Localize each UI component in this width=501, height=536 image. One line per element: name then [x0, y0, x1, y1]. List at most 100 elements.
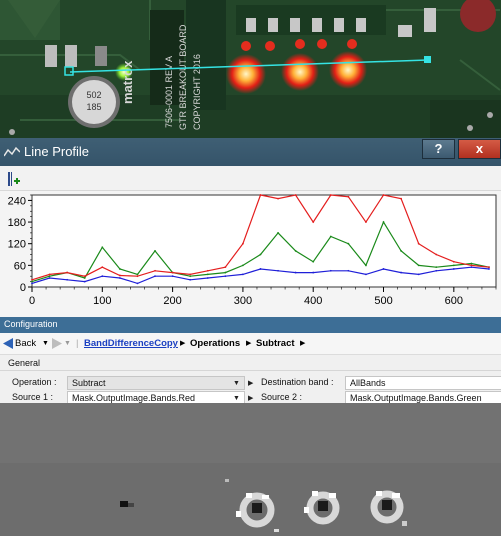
red-channel-point: [154, 269, 156, 272]
svg-text:185: 185: [86, 102, 101, 112]
operation-value: Subtract: [72, 378, 106, 388]
red-channel-point: [189, 273, 192, 276]
green-channel-point: [382, 221, 385, 223]
configuration-nav-bar: Back ▼ ▼ | BandDifferenceCopy ▶ Operatio…: [0, 333, 501, 355]
red-channel-point: [83, 275, 86, 278]
source1-dropdown-icon[interactable]: ▼: [233, 395, 240, 402]
green-channel-point: [118, 268, 121, 270]
line-profile-icon: [4, 146, 20, 157]
close-button[interactable]: x: [458, 139, 501, 159]
svg-text:COPYRIGHT 2016: COPYRIGHT 2016: [192, 54, 202, 130]
breadcrumb-operations[interactable]: Operations: [190, 338, 240, 349]
green-channel-point: [31, 280, 33, 283]
y-tick-label: 60: [14, 260, 26, 272]
green-channel-point: [224, 271, 227, 274]
green-channel-point: [347, 242, 350, 245]
svg-text:502: 502: [86, 90, 101, 100]
blue-channel-point: [417, 273, 420, 276]
green-channel-point: [154, 250, 156, 252]
red-channel-point: [118, 274, 121, 277]
operation-select[interactable]: Subtract: [67, 376, 245, 390]
green-channel-point: [417, 264, 420, 267]
line-profile-plot[interactable]: 240 180 120 60 0 0 100 200 300 400 500 600: [0, 191, 501, 317]
green-channel-point: [435, 266, 438, 269]
breadcrumb-bandifferencecopy[interactable]: BandDifferenceCopy: [84, 338, 178, 349]
green-channel-point: [470, 262, 473, 265]
blue-channel-point: [435, 269, 438, 272]
line-profile-toolbar: [0, 166, 501, 191]
green-channel-point: [400, 250, 402, 252]
source1-expand-icon[interactable]: ▶: [248, 394, 253, 402]
green-channel-point: [259, 253, 262, 256]
red-channel-point: [312, 221, 315, 223]
breadcrumb-subtract[interactable]: Subtract: [256, 338, 295, 349]
red-channel-point: [488, 266, 490, 269]
blue-channel-point: [488, 268, 490, 270]
forward-arrow-icon[interactable]: [52, 338, 62, 349]
add-marker-icon[interactable]: [6, 171, 22, 187]
x-tick-label: 400: [304, 295, 322, 307]
result-image-display[interactable]: [0, 403, 501, 536]
red-channel-point: [66, 271, 69, 274]
red-channel-point: [470, 264, 473, 267]
green-channel-point: [101, 246, 104, 249]
green-channel-point: [189, 275, 192, 278]
green-channel-point: [83, 277, 86, 279]
red-channel-point: [365, 221, 367, 223]
blue-channel-point: [347, 269, 350, 272]
red-channel-point: [171, 271, 174, 274]
red-channel-point: [242, 242, 244, 245]
operation-label: Operation :: [12, 377, 57, 387]
operation-dropdown-icon[interactable]: ▼: [233, 380, 240, 387]
green-channel-point: [48, 275, 51, 278]
blue-channel-point: [118, 277, 121, 279]
breadcrumb-chevron-icon: ▶: [180, 340, 186, 347]
blue-channel-point: [294, 271, 297, 274]
green-channel-point: [452, 264, 455, 267]
x-tick-label: 0: [29, 295, 35, 307]
operation-expand-icon[interactable]: ▶: [248, 379, 253, 387]
back-arrow-icon[interactable]: [3, 338, 13, 349]
blue-channel-point: [329, 269, 332, 272]
back-button[interactable]: Back: [15, 338, 36, 349]
blue-channel-point: [242, 273, 244, 276]
blue-channel-point: [66, 278, 69, 281]
blue-channel-point: [365, 273, 367, 276]
svg-text:matrox: matrox: [120, 60, 135, 104]
section-divider: [0, 370, 501, 371]
back-dropdown-icon[interactable]: ▼: [42, 340, 49, 347]
configuration-form: General Operation : Subtract ▼ ▶ Destina…: [0, 355, 501, 405]
green-channel-point: [136, 273, 139, 276]
blue-channel-point: [154, 275, 156, 278]
destination-band-field[interactable]: AllBands: [345, 376, 501, 390]
blue-channel-point: [259, 268, 262, 270]
blue-channel-point: [312, 271, 315, 274]
green-channel-point: [312, 260, 315, 263]
source1-label: Source 1 :: [12, 392, 54, 402]
red-channel-point: [136, 275, 139, 278]
green-channel-point: [365, 264, 367, 267]
red-channel-point: [101, 266, 104, 269]
nav-separator: |: [76, 338, 79, 349]
profile-line-end-handle[interactable]: [424, 56, 431, 63]
general-section-label: General: [8, 358, 41, 368]
x-tick-label: 600: [445, 295, 463, 307]
red-channel-point: [417, 242, 420, 245]
red-channel-point: [31, 278, 33, 281]
svg-text:7506-0001 REV A: 7506-0001 REV A: [164, 56, 174, 128]
blue-channel-point: [224, 275, 227, 278]
y-tick-label: 180: [8, 217, 26, 229]
blue-channel-point: [189, 278, 192, 281]
pcb-photo: 502 185 matrox 7506-0001 REV A GTR BREAK…: [0, 0, 501, 138]
line-profile-title: Line Profile: [24, 144, 90, 159]
help-button[interactable]: ?: [422, 139, 455, 159]
configuration-title: Configuration: [0, 317, 501, 333]
x-tick-label: 300: [234, 295, 252, 307]
svg-text:GTR BREAKOUT BOARD: GTR BREAKOUT BOARD: [178, 24, 188, 130]
forward-dropdown-icon[interactable]: ▼: [64, 340, 71, 347]
line-profile-titlebar[interactable]: Line Profile ? x: [0, 138, 501, 166]
red-channel-point: [347, 195, 350, 198]
green-channel-point: [329, 235, 332, 238]
blue-channel-point: [452, 268, 455, 270]
pcb-image-display[interactable]: 502 185 matrox 7506-0001 REV A GTR BREAK…: [0, 0, 501, 138]
